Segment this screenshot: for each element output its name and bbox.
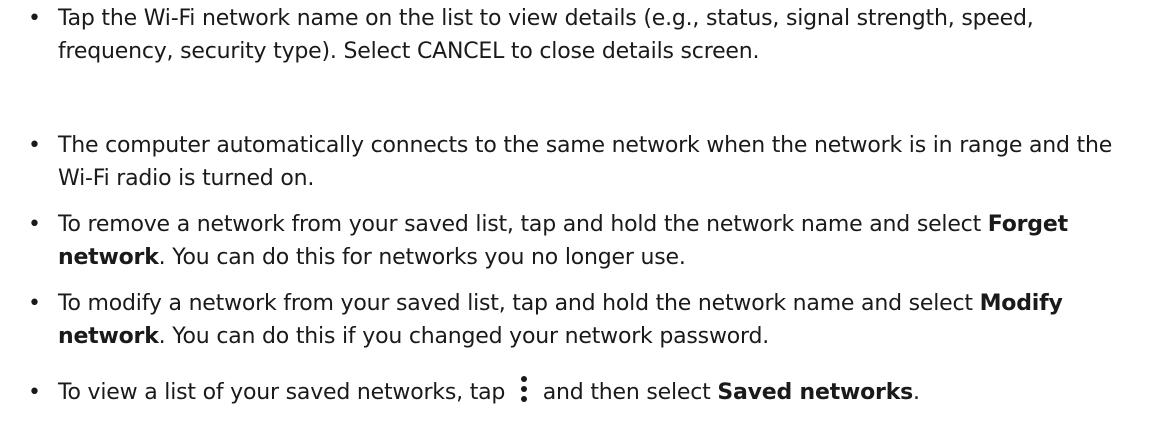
list-item-text-pre: To modify a network from your saved list… bbox=[58, 291, 980, 316]
list-item-text: To view a list of your saved networks, t… bbox=[58, 376, 1138, 409]
list-item-text-post: . You can do this if you changed your ne… bbox=[158, 324, 770, 349]
bullet-marker: • bbox=[28, 212, 41, 237]
bullet-marker: • bbox=[28, 291, 41, 316]
bullet-marker: • bbox=[28, 380, 41, 405]
list-item-text: The computer automatically connects to t… bbox=[58, 129, 1138, 195]
list-item-text-post: . bbox=[913, 380, 920, 405]
list-item-text-content: Tap the Wi-Fi network name on the list t… bbox=[58, 6, 1034, 64]
bullet-marker: • bbox=[28, 6, 41, 31]
saved-networks-label: Saved networks bbox=[717, 380, 914, 405]
list-item-text-pre: To remove a network from your saved list… bbox=[58, 212, 988, 237]
bullet-marker: • bbox=[28, 133, 41, 158]
list-item-text: Tap the Wi-Fi network name on the list t… bbox=[58, 2, 1138, 68]
list-item-text: To modify a network from your saved list… bbox=[58, 287, 1138, 353]
list-item-text-content: The computer automatically connects to t… bbox=[58, 133, 1113, 191]
list-item-text: To remove a network from your saved list… bbox=[58, 208, 1138, 274]
overflow-menu-icon bbox=[518, 376, 530, 402]
list-item-text-post: . You can do this for networks you no lo… bbox=[158, 245, 686, 270]
list-item-text-pre: To view a list of your saved networks, t… bbox=[58, 380, 512, 405]
list-item-text-mid: and then select bbox=[535, 380, 718, 405]
